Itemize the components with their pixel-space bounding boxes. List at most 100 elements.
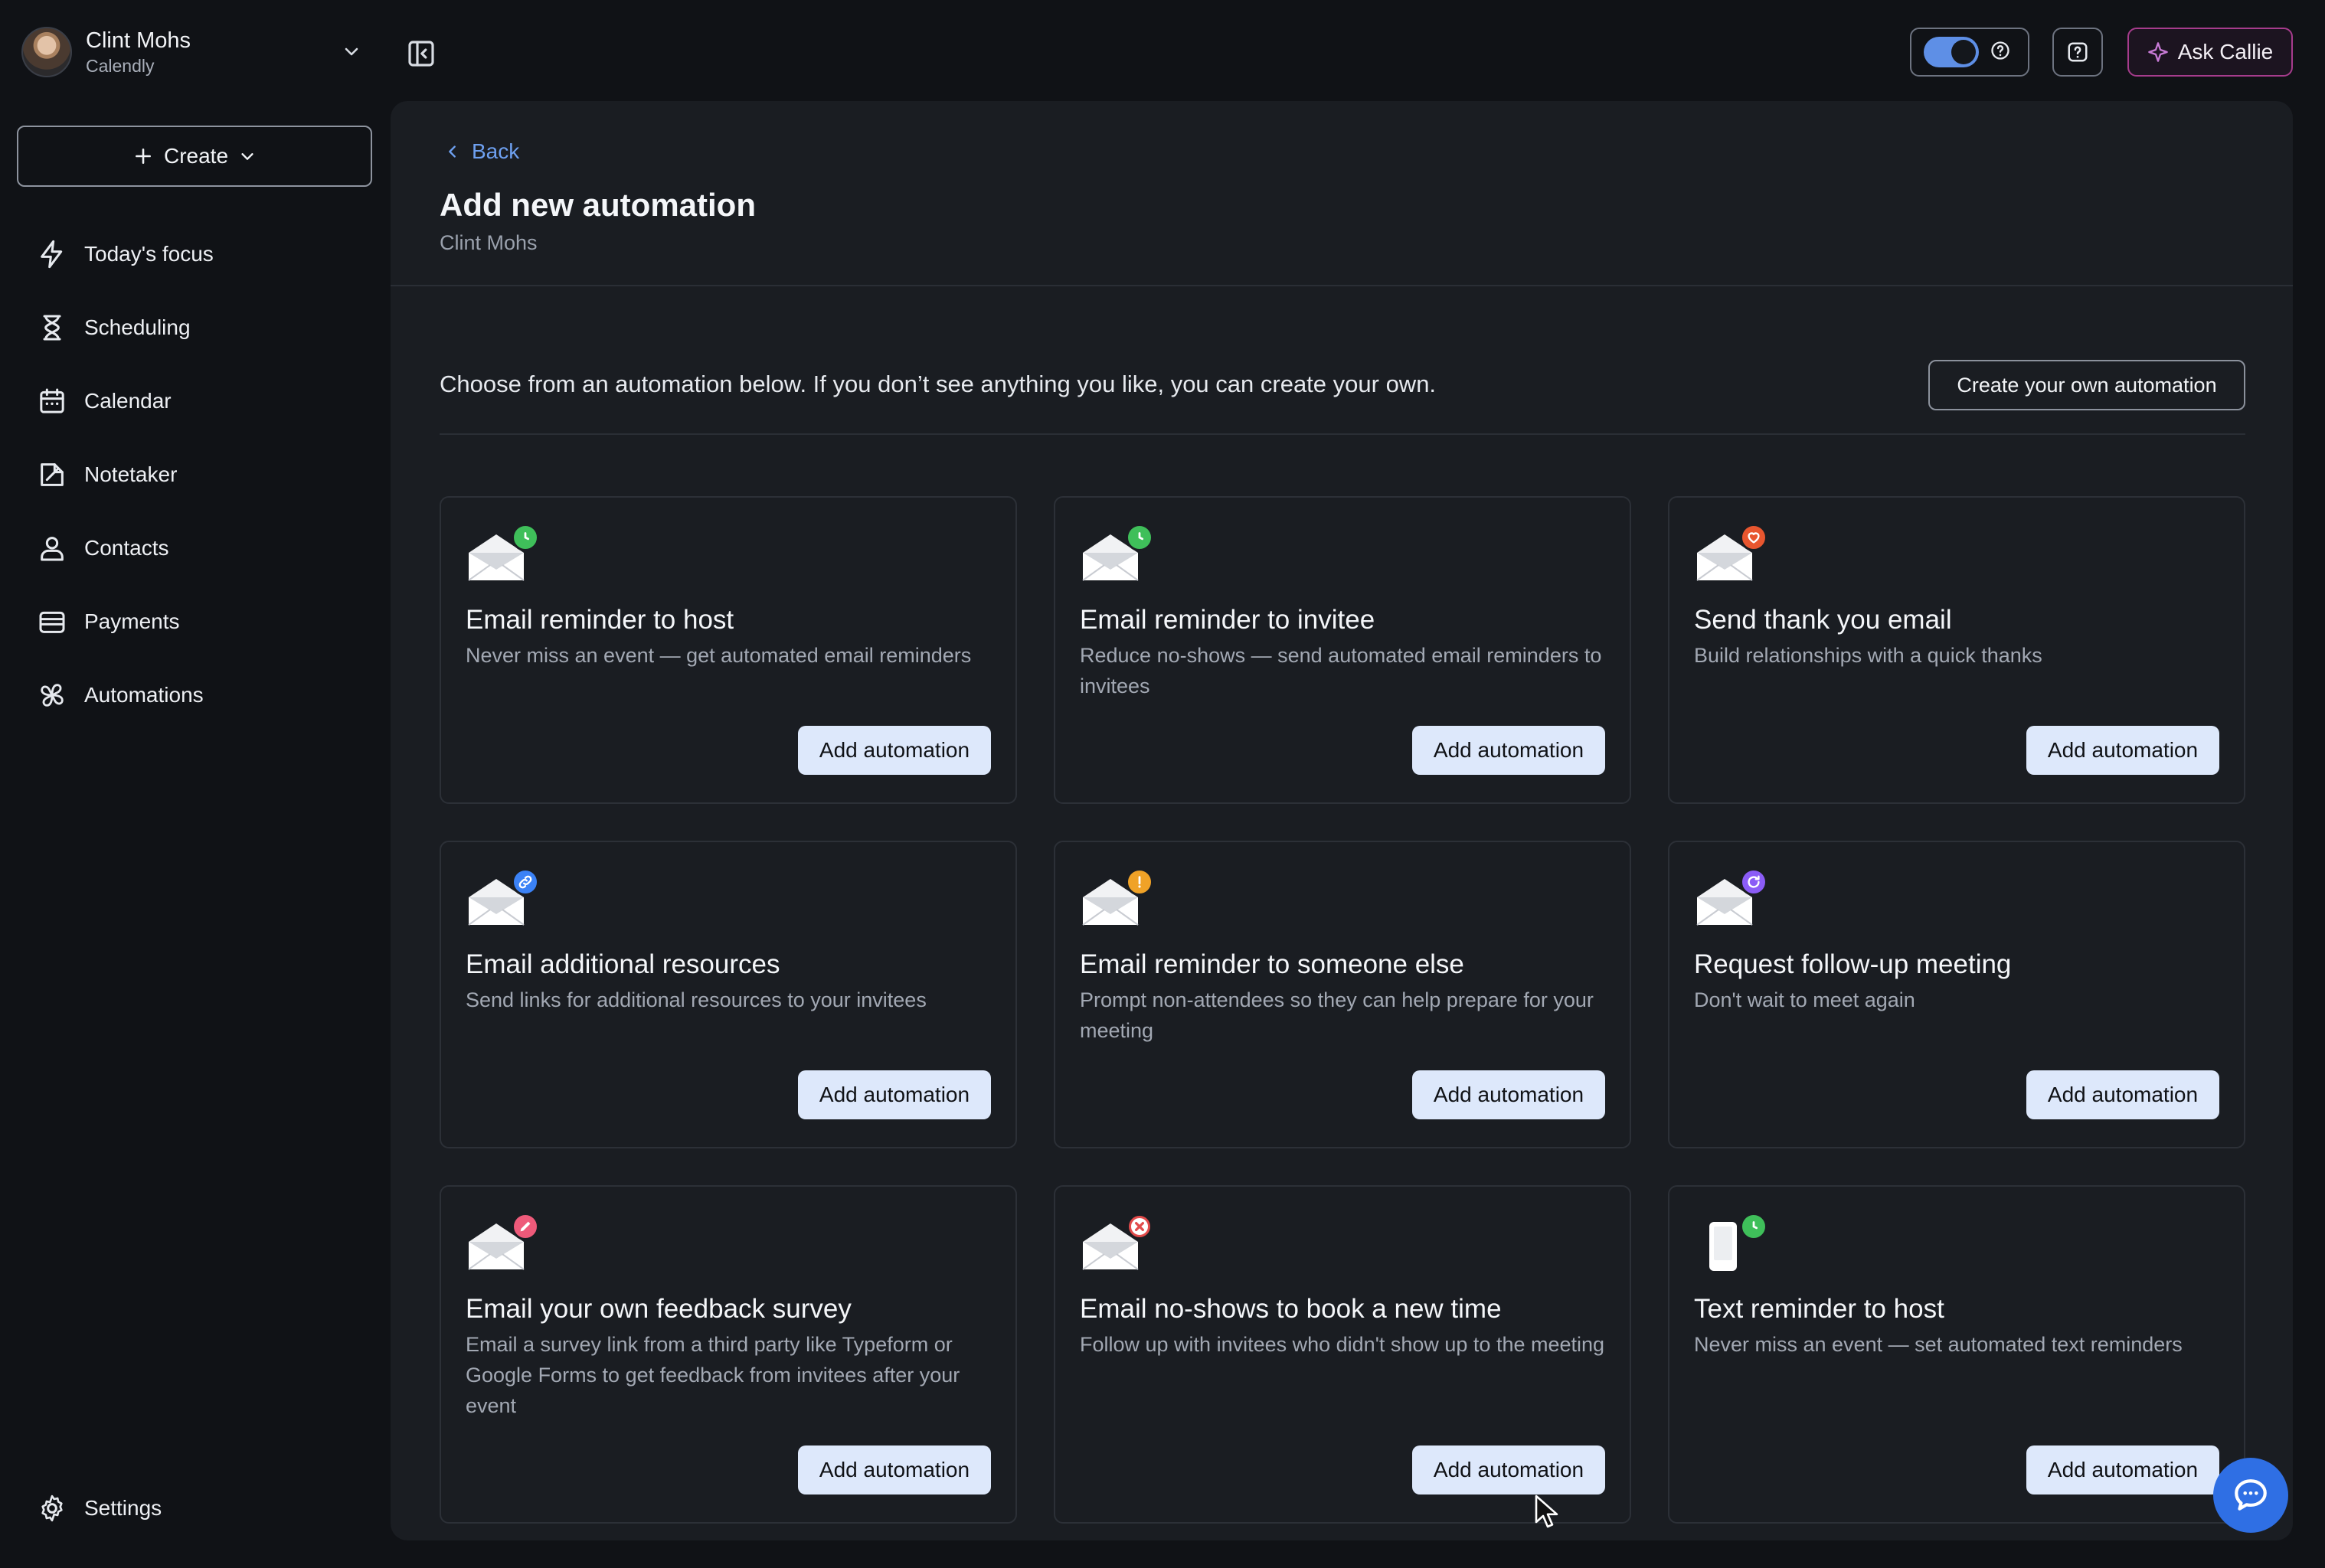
help-icon — [2068, 42, 2088, 62]
pencil-icon — [512, 1213, 539, 1240]
sidebar-item-label: Notetaker — [84, 462, 178, 486]
avatar — [21, 27, 72, 77]
exclamation-icon — [1126, 868, 1153, 896]
wallet-icon — [35, 605, 69, 639]
sparkle-icon — [2147, 42, 2168, 62]
sidebar-item-label: Calendar — [84, 389, 172, 413]
mouse-cursor-icon — [1535, 1494, 1558, 1528]
sidebar-item-label: Scheduling — [84, 315, 191, 339]
page-title: Add new automation — [440, 187, 756, 223]
card-title: Email no-shows to book a new time — [1080, 1294, 1502, 1324]
back-label: Back — [472, 139, 520, 163]
back-link[interactable]: Back — [444, 139, 519, 164]
envelope-icon — [1080, 524, 1164, 585]
card-title: Email additional resources — [466, 949, 780, 979]
card-description: Don't wait to meet again — [1694, 988, 1915, 1011]
card-title: Email your own feedback survey — [466, 1294, 852, 1324]
automation-card: Email reminder to someone else Prompt no… — [1054, 841, 1631, 1148]
plus-icon — [136, 149, 151, 164]
envelope-icon — [466, 868, 550, 929]
create-own-automation-button[interactable]: Create your own automation — [1928, 360, 2245, 410]
sidebar-item-todays-focus[interactable]: Today's focus — [17, 217, 372, 291]
sidebar-item-notetaker[interactable]: Notetaker — [17, 438, 372, 511]
card-title: Email reminder to host — [466, 605, 734, 635]
phone-icon — [1694, 1213, 1778, 1274]
sidebar-item-settings[interactable]: Settings — [17, 1472, 372, 1545]
x-circle-icon — [1126, 1213, 1153, 1240]
add-automation-button[interactable]: Add automation — [1412, 726, 1605, 775]
question-circle-icon[interactable] — [1990, 40, 2011, 65]
sidebar-item-payments[interactable]: Payments — [17, 585, 372, 658]
calendar-icon — [35, 384, 69, 418]
automation-card: Send thank you email Build relationships… — [1668, 496, 2245, 804]
help-button[interactable] — [2052, 28, 2103, 77]
card-description: Build relationships with a quick thanks — [1694, 644, 2042, 667]
sidebar-item-automations[interactable]: Automations — [17, 658, 372, 732]
card-title: Send thank you email — [1694, 605, 1952, 635]
beta-toggle-group — [1910, 28, 2029, 77]
automation-grid: Email reminder to host Never miss an eve… — [440, 496, 2245, 1524]
automation-card: Email your own feedback survey Email a s… — [440, 1185, 1017, 1524]
card-description: Follow up with invitees who didn't show … — [1080, 1333, 1605, 1356]
card-description: Send links for additional resources to y… — [466, 988, 927, 1011]
sidebar-item-label: Contacts — [84, 536, 169, 560]
envelope-icon — [1694, 524, 1778, 585]
sidebar-item-calendar[interactable]: Calendar — [17, 364, 372, 438]
settings-section: Settings — [17, 1472, 372, 1545]
add-automation-button[interactable]: Add automation — [2026, 1446, 2219, 1494]
gear-icon — [35, 1491, 69, 1525]
card-title: Text reminder to host — [1694, 1294, 1944, 1324]
add-automation-button[interactable]: Add automation — [798, 726, 991, 775]
intro-text: Choose from an automation below. If you … — [440, 371, 1437, 397]
sidebar-item-scheduling[interactable]: Scheduling — [17, 291, 372, 364]
main-panel: Back Add new automation Clint Mohs Choos… — [391, 101, 2293, 1540]
sidebar-collapse-icon[interactable] — [404, 37, 438, 70]
add-automation-button[interactable]: Add automation — [2026, 726, 2219, 775]
header-divider — [391, 285, 2293, 286]
envelope-icon — [1080, 868, 1164, 929]
automation-card: Email reminder to invitee Reduce no-show… — [1054, 496, 1631, 804]
card-description: Prompt non-attendees so they can help pr… — [1080, 988, 1594, 1042]
card-description: Email a survey link from a third party l… — [466, 1333, 960, 1417]
automations-icon — [35, 678, 69, 712]
automation-card: Email reminder to host Never miss an eve… — [440, 496, 1017, 804]
card-description: Never miss an event — set automated text… — [1694, 1333, 2183, 1356]
ask-callie-label: Ask Callie — [2177, 40, 2274, 64]
add-automation-button[interactable]: Add automation — [2026, 1070, 2219, 1119]
chevron-left-icon — [449, 145, 456, 158]
add-automation-button[interactable]: Add automation — [1412, 1446, 1605, 1494]
hourglass-icon — [35, 311, 69, 345]
envelope-icon — [466, 524, 550, 585]
add-automation-button[interactable]: Add automation — [1412, 1070, 1605, 1119]
envelope-icon — [1694, 868, 1778, 929]
chevron-down-icon[interactable] — [340, 40, 363, 63]
add-automation-button[interactable]: Add automation — [798, 1070, 991, 1119]
notetaker-icon — [35, 458, 69, 492]
ask-callie-button[interactable]: Ask Callie — [2127, 28, 2293, 77]
card-title: Email reminder to someone else — [1080, 949, 1464, 979]
refresh-icon — [1740, 868, 1767, 896]
intro-divider — [440, 433, 2245, 435]
sidebar-item-label: Settings — [84, 1496, 162, 1520]
card-description: Reduce no-shows — send automated email r… — [1080, 644, 1602, 697]
clock-icon — [1740, 1213, 1767, 1240]
chevron-down-icon — [241, 153, 253, 160]
clock-icon — [512, 524, 539, 551]
contacts-icon — [35, 531, 69, 565]
card-description: Never miss an event — get automated emai… — [466, 644, 972, 667]
user-name: Clint Mohs — [86, 28, 191, 53]
add-automation-button[interactable]: Add automation — [798, 1446, 991, 1494]
sidebar-item-label: Today's focus — [84, 242, 214, 266]
create-button[interactable]: Create — [17, 126, 372, 187]
card-title: Email reminder to invitee — [1080, 605, 1375, 635]
chat-button[interactable] — [2213, 1458, 2288, 1533]
user-switcher[interactable]: Clint Mohs Calendly — [21, 23, 374, 81]
sidebar-item-contacts[interactable]: Contacts — [17, 511, 372, 585]
link-icon — [512, 868, 539, 896]
card-title: Request follow-up meeting — [1694, 949, 2012, 979]
clock-icon — [1126, 524, 1153, 551]
heart-icon — [1740, 524, 1767, 551]
beta-toggle[interactable] — [1924, 37, 1979, 67]
sidebar-item-label: Payments — [84, 609, 180, 633]
sidebar: Clint Mohs Calendly Create Today's focus… — [0, 0, 391, 1568]
